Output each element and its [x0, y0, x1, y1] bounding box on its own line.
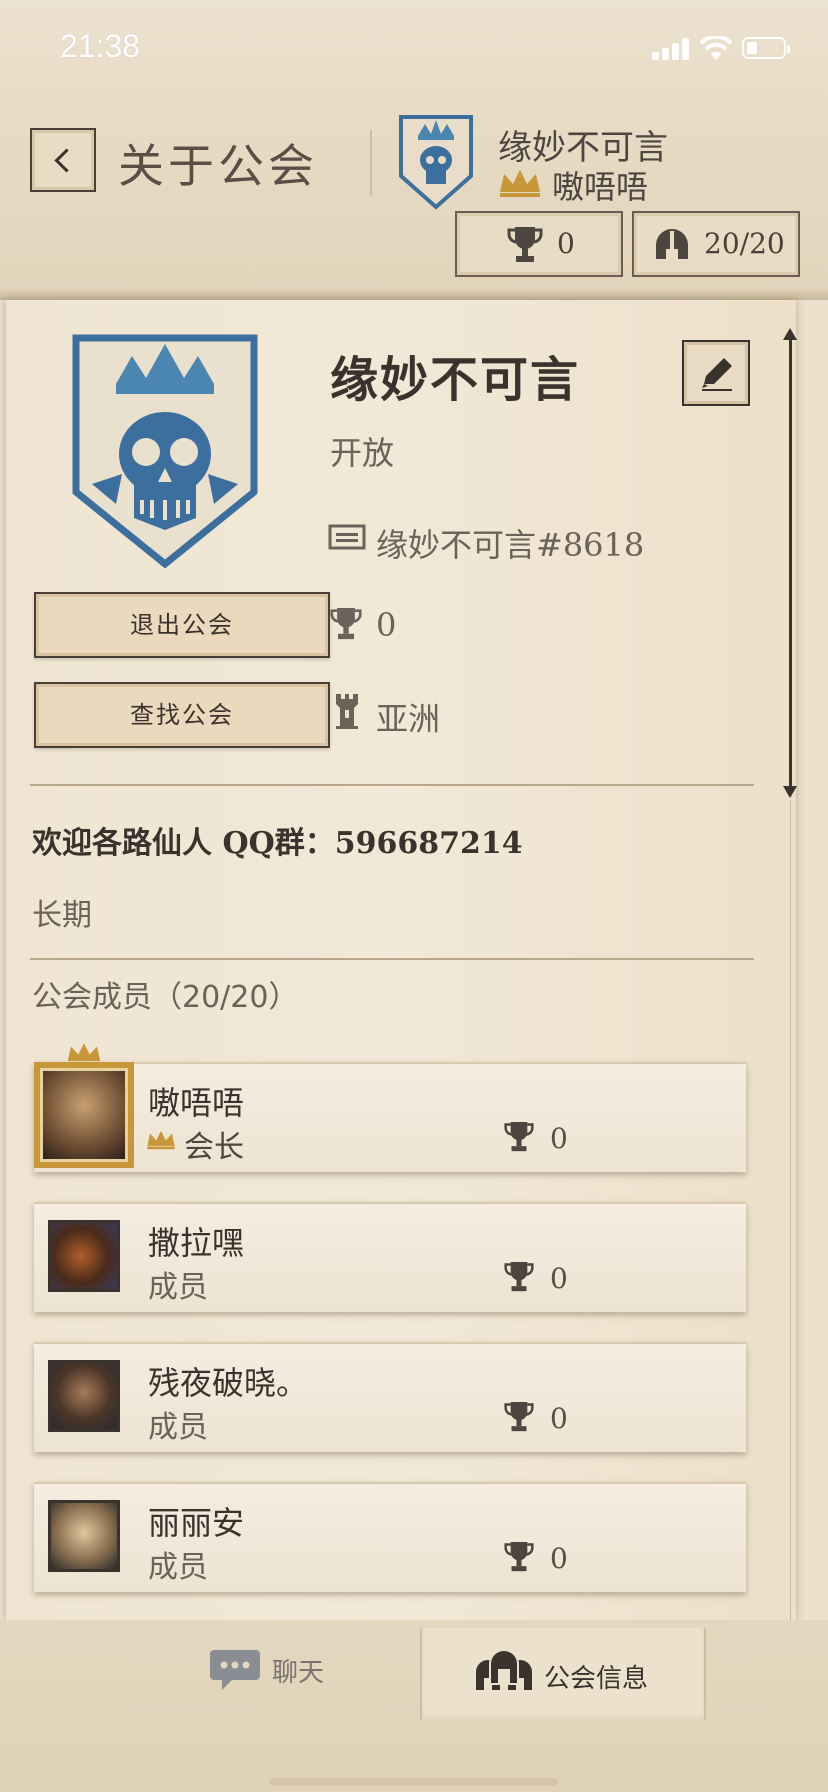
member-count: 20/20	[704, 227, 785, 260]
header-leader-name: 嗷唔唔	[552, 168, 649, 206]
divider	[30, 784, 754, 786]
members-title: 公会成员（20/20）	[32, 980, 299, 1015]
status-bar: 21:38	[0, 0, 828, 100]
bottom-nav: 聊天 公会信息	[0, 1620, 828, 1792]
wifi-icon	[700, 36, 732, 60]
trophy-icon	[504, 1122, 534, 1152]
member-name: 撒拉嘿	[148, 1224, 245, 1262]
scroll-track	[790, 800, 791, 1620]
battery-icon	[742, 37, 790, 59]
member-row[interactable]: 残夜破晓。 成员 0	[34, 1342, 746, 1452]
member-row[interactable]: 丽丽安 成员 0	[34, 1482, 746, 1592]
tab-chat-label: 聊天	[272, 1658, 325, 1688]
member-trophies: 0	[550, 1262, 568, 1295]
member-name: 残夜破晓。	[148, 1364, 309, 1402]
scrollbar[interactable]	[783, 328, 797, 798]
member-role: 成员	[148, 1270, 208, 1305]
member-trophies: 0	[550, 1542, 568, 1575]
guild-notice: 长期	[32, 898, 92, 933]
trophy-icon	[507, 227, 543, 262]
member-role: 会长	[184, 1130, 244, 1165]
guild-trophies: 0	[376, 606, 397, 644]
trophy-icon	[504, 1402, 534, 1432]
edit-button[interactable]	[682, 340, 750, 406]
member-trophies: 0	[550, 1402, 568, 1435]
guild-tag: 缘妙不可言#8618	[376, 526, 645, 564]
leave-guild-button[interactable]: 退出公会	[34, 592, 330, 658]
member-row[interactable]: 撒拉嘿 成员 0	[34, 1202, 746, 1312]
find-guild-button[interactable]: 查找公会	[34, 682, 330, 748]
trophy-icon	[504, 1262, 534, 1292]
divider	[30, 958, 754, 960]
guild-emblem	[72, 334, 258, 569]
guild-helmets-icon	[476, 1649, 532, 1690]
member-role: 成员	[148, 1550, 208, 1585]
member-count-chip: 20/20	[632, 211, 800, 277]
guild-description: 欢迎各路仙人 QQ群：596687214	[32, 826, 523, 861]
pencil-icon	[702, 358, 732, 391]
member-trophies: 0	[550, 1122, 568, 1155]
header: 关于公会 缘妙不可言 嗷唔唔 0 20/20	[0, 100, 828, 300]
page-title: 关于公会	[118, 139, 318, 193]
tab-guild-info-label: 公会信息	[544, 1664, 649, 1694]
guild-emblem-small[interactable]	[398, 114, 474, 210]
tab-guild-info[interactable]: 公会信息	[420, 1628, 706, 1720]
tab-chat[interactable]: 聊天	[200, 1640, 360, 1710]
guild-region: 亚洲	[376, 700, 441, 738]
trophy-icon	[330, 608, 362, 640]
avatar	[48, 1500, 120, 1572]
avatar	[34, 1062, 134, 1168]
trophy-count: 0	[557, 227, 575, 260]
member-name: 丽丽安	[148, 1504, 245, 1542]
tower-icon	[336, 694, 358, 729]
avatar	[48, 1360, 120, 1432]
guild-status: 开放	[330, 434, 395, 472]
back-button[interactable]	[30, 128, 96, 192]
crown-icon	[500, 170, 540, 197]
chat-bubble-icon	[210, 1650, 260, 1690]
id-card-icon	[328, 524, 366, 550]
member-role: 成员	[148, 1410, 208, 1445]
signal-icon	[652, 38, 690, 60]
crown-icon	[67, 1043, 101, 1062]
trophy-icon	[504, 1542, 534, 1572]
header-divider	[370, 130, 372, 196]
crown-icon	[147, 1130, 175, 1150]
status-time: 21:38	[60, 28, 141, 64]
helmet-icon	[656, 229, 688, 259]
member-row[interactable]: 嗷唔唔 会长 0	[34, 1043, 746, 1172]
trophy-chip: 0	[455, 211, 623, 277]
guild-name: 缘妙不可言	[330, 352, 581, 408]
home-indicator	[270, 1778, 558, 1786]
avatar	[48, 1220, 120, 1292]
member-name: 嗷唔唔	[148, 1084, 245, 1122]
